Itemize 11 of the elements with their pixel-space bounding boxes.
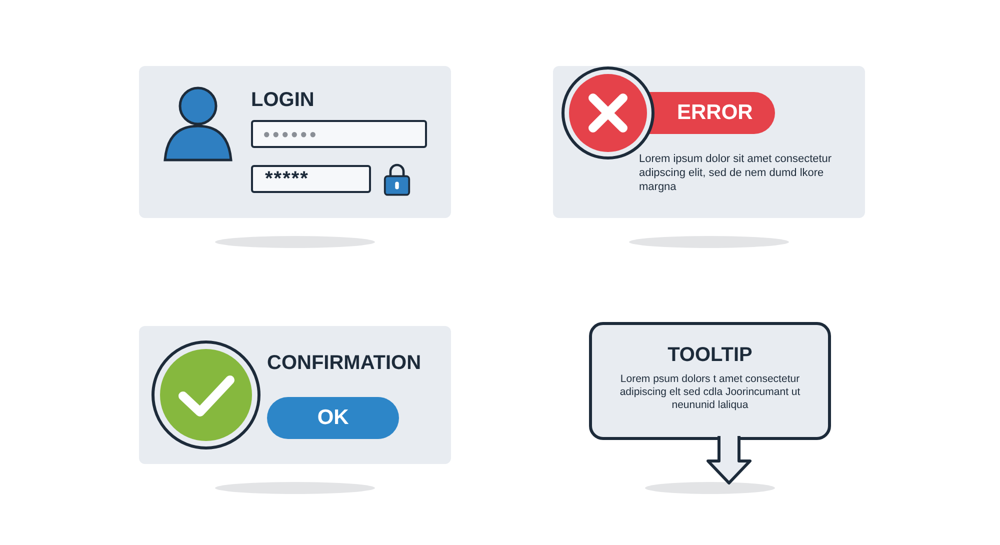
confirmation-title: CONFIRMATION <box>267 351 422 375</box>
user-icon <box>163 86 233 162</box>
password-field[interactable]: ***** <box>251 165 371 193</box>
error-message: Lorem ipsum dolor sit amet consectetur adipscing elit, sed de nem dumd lkore margna <box>639 152 833 194</box>
ok-button[interactable]: OK <box>267 397 400 439</box>
lock-icon <box>383 162 411 196</box>
tooltip-text: Lorem psum dolors t amet consectetur adipiscing elt sed cdla Joorincumant ut neununid laliqua <box>618 373 802 412</box>
tooltip-title: TOOLTIP <box>668 343 752 367</box>
checkmark-icon <box>151 340 261 450</box>
login-title: LOGIN <box>251 88 316 112</box>
username-field[interactable]: ●●●●●● <box>251 120 427 148</box>
